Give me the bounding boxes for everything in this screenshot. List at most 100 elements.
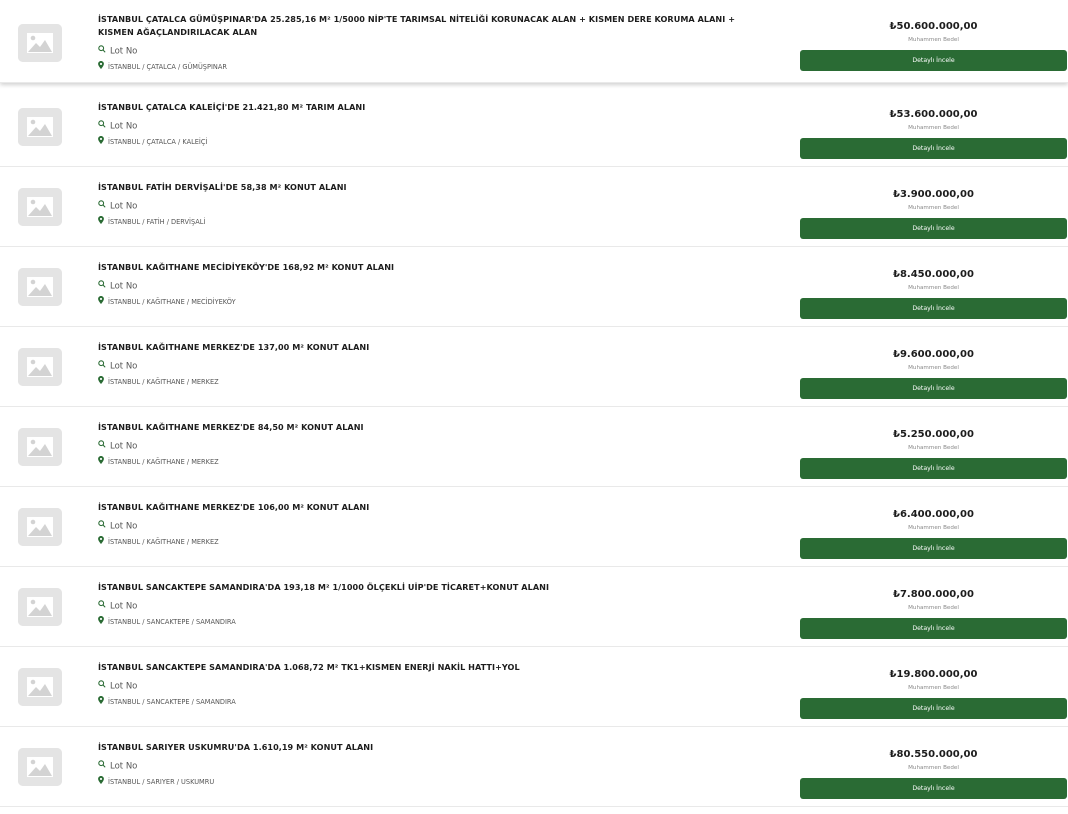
detail-button[interactable]: Detaylı İncele [800, 50, 1067, 71]
lot-label: Lot No [110, 601, 138, 612]
price-value: ₺50.600.000,00 [889, 21, 978, 32]
price-column: ₺8.450.000,00 Muhammen Bedel Detaylı İnc… [800, 269, 1067, 319]
detail-button[interactable]: Detaylı İncele [800, 458, 1067, 479]
price-column: ₺80.550.000,00 Muhammen Bedel Detaylı İn… [800, 749, 1067, 799]
listing-title[interactable]: İSTANBUL ÇATALCA GÜMÜŞPINAR'DA 25.285,16… [98, 13, 748, 39]
location-row: İSTANBUL / ÇATALCA / KALEİÇİ [98, 135, 748, 149]
image-placeholder-icon [18, 188, 62, 226]
price-label: Muhammen Bedel [908, 685, 959, 691]
location-text: İSTANBUL / SARIYER / USKUMRU [108, 778, 215, 786]
map-pin-icon [98, 60, 104, 74]
map-pin-icon [98, 135, 104, 149]
lot-row: Lot No [98, 197, 748, 215]
location-row: İSTANBUL / FATİH / DERVİŞALİ [98, 215, 748, 229]
listing-title[interactable]: İSTANBUL KAĞITHANE MERKEZ'DE 106,00 M² K… [98, 501, 748, 514]
list-item[interactable]: İSTANBUL KAĞITHANE MERKEZ'DE 137,00 M² K… [0, 327, 1068, 407]
map-pin-icon [98, 775, 104, 789]
price-column: ₺5.250.000,00 Muhammen Bedel Detaylı İnc… [800, 429, 1067, 479]
list-item[interactable]: İSTANBUL FATİH DERVİŞALİ'DE 58,38 M² KON… [0, 167, 1068, 247]
price-value: ₺19.800.000,00 [889, 669, 978, 680]
image-placeholder-icon [18, 508, 62, 546]
detail-button[interactable]: Detaylı İncele [800, 138, 1067, 159]
map-pin-icon [98, 455, 104, 469]
search-icon [98, 197, 106, 215]
map-pin-icon [98, 375, 104, 389]
lot-label: Lot No [110, 121, 138, 132]
listing-title[interactable]: İSTANBUL SARIYER USKUMRU'DA 1.610,19 M² … [98, 741, 748, 754]
listing-title[interactable]: İSTANBUL SANCAKTEPE SAMANDIRA'DA 193,18 … [98, 581, 748, 594]
location-row: İSTANBUL / SANCAKTEPE / SAMANDIRA [98, 615, 748, 629]
listing-info: İSTANBUL ÇATALCA GÜMÜŞPINAR'DA 25.285,16… [98, 13, 748, 74]
lot-label: Lot No [110, 761, 138, 772]
listing-title[interactable]: İSTANBUL KAĞITHANE MERKEZ'DE 84,50 M² KO… [98, 421, 748, 434]
location-text: İSTANBUL / ÇATALCA / GÜMÜŞPINAR [108, 63, 227, 71]
price-column: ₺9.600.000,00 Muhammen Bedel Detaylı İnc… [800, 349, 1067, 399]
lot-row: Lot No [98, 597, 748, 615]
map-pin-icon [98, 615, 104, 629]
listing-list: İSTANBUL ÇATALCA GÜMÜŞPINAR'DA 25.285,16… [0, 0, 1068, 814]
search-icon [98, 42, 106, 60]
lot-row: Lot No [98, 677, 748, 695]
price-value: ₺80.550.000,00 [889, 749, 978, 760]
location-row: İSTANBUL / SANCAKTEPE / SAMANDIRA [98, 695, 748, 709]
price-column: ₺3.900.000,00 Muhammen Bedel Detaylı İnc… [800, 189, 1067, 239]
price-column: ₺50.600.000,00 Muhammen Bedel Detaylı İn… [800, 21, 1067, 71]
lot-label: Lot No [110, 441, 138, 452]
listing-title[interactable]: İSTANBUL SANCAKTEPE SAMANDIRA'DA 1.068,7… [98, 661, 748, 674]
location-text: İSTANBUL / FATİH / DERVİŞALİ [108, 218, 206, 226]
search-icon [98, 357, 106, 375]
lot-row: Lot No [98, 117, 748, 135]
search-icon [98, 677, 106, 695]
lot-label: Lot No [110, 281, 138, 292]
list-item[interactable]: İSTANBUL SANCAKTEPE SAMANDIRA'DA 1.068,7… [0, 647, 1068, 727]
listing-title[interactable]: İSTANBUL KAĞITHANE MERKEZ'DE 137,00 M² K… [98, 341, 748, 354]
image-placeholder-icon [18, 268, 62, 306]
lot-row: Lot No [98, 357, 748, 375]
detail-button[interactable]: Detaylı İncele [800, 218, 1067, 239]
list-item[interactable]: İSTANBUL ÇATALCA GÜMÜŞPINAR'DA 25.285,16… [0, 0, 1068, 83]
price-label: Muhammen Bedel [908, 285, 959, 291]
location-row: İSTANBUL / ÇATALCA / GÜMÜŞPINAR [98, 60, 748, 74]
image-placeholder-icon [18, 24, 62, 62]
lot-row: Lot No [98, 517, 748, 535]
list-item[interactable]: İSTANBUL KAĞITHANE MERKEZ'DE 84,50 M² KO… [0, 407, 1068, 487]
detail-button[interactable]: Detaylı İncele [800, 778, 1067, 799]
price-value: ₺5.250.000,00 [893, 429, 974, 440]
listing-info: İSTANBUL FATİH DERVİŞALİ'DE 58,38 M² KON… [98, 181, 748, 229]
image-placeholder-icon [18, 108, 62, 146]
detail-button[interactable]: Detaylı İncele [800, 378, 1067, 399]
detail-button[interactable]: Detaylı İncele [800, 618, 1067, 639]
price-column: ₺7.800.000,00 Muhammen Bedel Detaylı İnc… [800, 589, 1067, 639]
listing-info: İSTANBUL KAĞITHANE MERKEZ'DE 84,50 M² KO… [98, 421, 748, 469]
list-item[interactable]: İSTANBUL SANCAKTEPE SAMANDIRA'DA 193,18 … [0, 567, 1068, 647]
list-item[interactable]: İSTANBUL KAĞITHANE MECİDİYEKÖY'DE 168,92… [0, 247, 1068, 327]
lot-row: Lot No [98, 277, 748, 295]
map-pin-icon [98, 695, 104, 709]
detail-button[interactable]: Detaylı İncele [800, 698, 1067, 719]
lot-row: Lot No [98, 42, 748, 60]
price-column: ₺19.800.000,00 Muhammen Bedel Detaylı İn… [800, 669, 1067, 719]
price-label: Muhammen Bedel [908, 125, 959, 131]
location-row: İSTANBUL / KAĞITHANE / MERKEZ [98, 535, 748, 549]
price-value: ₺6.400.000,00 [893, 509, 974, 520]
price-label: Muhammen Bedel [908, 365, 959, 371]
price-label: Muhammen Bedel [908, 765, 959, 771]
search-icon [98, 117, 106, 135]
list-item[interactable]: İSTANBUL SARIYER USKUMRU'DA 1.610,19 M² … [0, 727, 1068, 807]
location-row: İSTANBUL / KAĞITHANE / MERKEZ [98, 375, 748, 389]
search-icon [98, 597, 106, 615]
listing-title[interactable]: İSTANBUL ÇATALCA KALEİÇİ'DE 21.421,80 M²… [98, 101, 748, 114]
map-pin-icon [98, 535, 104, 549]
map-pin-icon [98, 295, 104, 309]
location-text: İSTANBUL / KAĞITHANE / MERKEZ [108, 378, 219, 386]
list-item[interactable]: İSTANBUL ÇATALCA KALEİÇİ'DE 21.421,80 M²… [0, 87, 1068, 167]
lot-row: Lot No [98, 757, 748, 775]
list-item[interactable]: İSTANBUL KAĞITHANE MERKEZ'DE 106,00 M² K… [0, 487, 1068, 567]
listing-title[interactable]: İSTANBUL KAĞITHANE MECİDİYEKÖY'DE 168,92… [98, 261, 748, 274]
location-text: İSTANBUL / SANCAKTEPE / SAMANDIRA [108, 618, 236, 626]
detail-button[interactable]: Detaylı İncele [800, 538, 1067, 559]
detail-button[interactable]: Detaylı İncele [800, 298, 1067, 319]
lot-label: Lot No [110, 361, 138, 372]
listing-title[interactable]: İSTANBUL FATİH DERVİŞALİ'DE 58,38 M² KON… [98, 181, 748, 194]
price-value: ₺9.600.000,00 [893, 349, 974, 360]
